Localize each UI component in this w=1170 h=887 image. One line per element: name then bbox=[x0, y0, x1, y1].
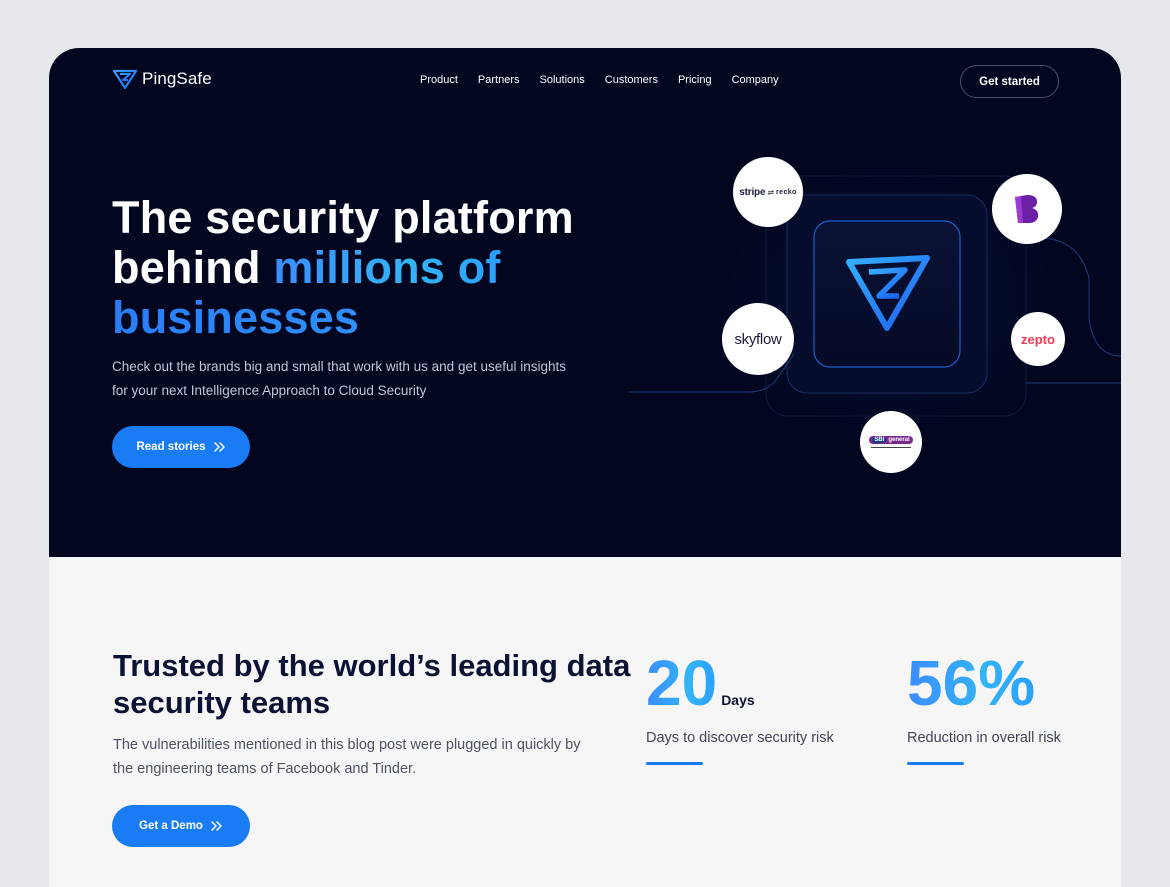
skyflow-logo: skyflow bbox=[722, 303, 794, 375]
stat-days-unit: Days bbox=[721, 692, 755, 708]
hero-title-line1: The security platform bbox=[112, 192, 574, 243]
zepto-logo: zepto bbox=[1011, 312, 1065, 366]
stat-days-value: 20 bbox=[646, 647, 718, 719]
nav-product[interactable]: Product bbox=[420, 74, 458, 86]
stat-risk-label: Reduction in overall risk bbox=[907, 730, 1061, 746]
hero-section: PingSafe Product Partners Solutions Cust… bbox=[49, 48, 1121, 557]
pingsafe-logo-icon bbox=[113, 69, 137, 89]
nav-customers[interactable]: Customers bbox=[605, 74, 658, 86]
get-demo-label: Get a Demo bbox=[139, 820, 203, 832]
trusted-title: Trusted by the world’s leading data secu… bbox=[113, 648, 631, 720]
brand-logo[interactable]: PingSafe bbox=[113, 69, 212, 89]
general-text: general bbox=[888, 437, 910, 443]
b-brand-logo bbox=[992, 174, 1062, 244]
hero-title-line3: businesses bbox=[112, 292, 360, 343]
stat-risk: 56% Reduction in overall risk bbox=[907, 648, 1061, 765]
page-frame: PingSafe Product Partners Solutions Cust… bbox=[49, 48, 1121, 887]
stat-days: 20 Days Days to discover security risk bbox=[646, 648, 834, 765]
b-logo-icon bbox=[1015, 195, 1039, 224]
brand-name: PingSafe bbox=[142, 69, 212, 88]
nav-partners[interactable]: Partners bbox=[478, 74, 520, 86]
stripe-text: stripe bbox=[739, 186, 766, 198]
nav-company[interactable]: Company bbox=[732, 74, 779, 86]
nav-solutions[interactable]: Solutions bbox=[540, 74, 585, 86]
recko-text: recko bbox=[776, 188, 797, 196]
partners-graphic: stripe ⇌ recko skyflow zepto SBI general bbox=[609, 138, 1121, 557]
stat-risk-underline bbox=[907, 762, 964, 765]
read-stories-label: Read stories bbox=[136, 441, 206, 453]
stripe-recko-logo: stripe ⇌ recko bbox=[733, 157, 803, 227]
skyflow-text: skyflow bbox=[734, 330, 782, 348]
main-nav: Product Partners Solutions Customers Pri… bbox=[420, 74, 779, 86]
get-demo-button[interactable]: Get a Demo bbox=[112, 805, 250, 847]
hero-title-accent: millions of bbox=[273, 242, 501, 293]
get-started-button[interactable]: Get started bbox=[960, 65, 1059, 98]
trusted-subtitle: The vulnerabilities mentioned in this bl… bbox=[113, 737, 581, 777]
nav-pricing[interactable]: Pricing bbox=[678, 74, 712, 86]
sbi-text: SBI bbox=[872, 437, 887, 443]
sbi-general-logo: SBI general bbox=[860, 411, 922, 473]
double-chevron-right-icon bbox=[213, 442, 225, 452]
stat-days-underline bbox=[646, 762, 703, 765]
zepto-text: zepto bbox=[1021, 331, 1055, 347]
hero-title-line2: behind bbox=[112, 242, 274, 293]
read-stories-button[interactable]: Read stories bbox=[112, 426, 250, 468]
stat-days-label: Days to discover security risk bbox=[646, 730, 834, 746]
hero-title: The security platform behind millions of… bbox=[112, 193, 632, 343]
stat-risk-value: 56% bbox=[907, 647, 1036, 719]
double-chevron-right-icon bbox=[211, 821, 222, 831]
link-icon: ⇌ bbox=[767, 187, 775, 197]
hero-subtitle: Check out the brands big and small that … bbox=[112, 359, 567, 398]
